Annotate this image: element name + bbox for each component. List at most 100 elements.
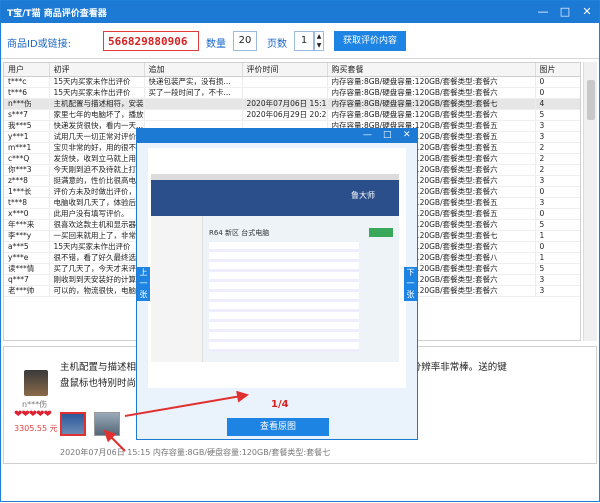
- table-cell: 5: [535, 219, 580, 231]
- table-cell: 电脑收到几天了，体验后...: [49, 197, 145, 209]
- table-cell: 1: [535, 230, 580, 242]
- table-cell: 读***情: [4, 263, 50, 275]
- table-cell: [144, 98, 243, 110]
- viewer-title-bar[interactable]: — □ ✕: [137, 129, 417, 143]
- col-package[interactable]: 购买套餐: [327, 63, 536, 77]
- table-cell: q***7: [4, 274, 50, 286]
- table-row[interactable]: t***6 15天内买家未作出评价 买了一段时间了，不卡... 内存容量:8GB/硬盘…: [4, 87, 580, 99]
- table-cell: 试用几天一切正常对评价...: [49, 131, 145, 143]
- table-cell: 此用户没有填写评价。: [49, 208, 145, 220]
- table-cell: a***5: [4, 241, 50, 253]
- table-cell: 2020年06月29日 20:23: [242, 109, 328, 121]
- close-icon[interactable]: ✕: [577, 3, 597, 20]
- table-cell: 5: [535, 263, 580, 275]
- table-cell: [242, 76, 328, 88]
- table-cell: n***伤: [4, 98, 50, 110]
- col-images[interactable]: 图片: [535, 63, 580, 77]
- maximize-icon[interactable]: □: [555, 3, 575, 20]
- table-cell: t***8: [4, 197, 50, 209]
- table-cell: 宝贝非常的好，用的很不...: [49, 142, 145, 154]
- col-followup[interactable]: 追加: [144, 63, 243, 77]
- pages-label: 页数: [267, 39, 287, 50]
- table-cell: 很不错，看了好久最终选...: [49, 252, 145, 264]
- table-cell: 3: [535, 285, 580, 297]
- table-scrollbar[interactable]: [583, 62, 597, 341]
- next-image-button[interactable]: 下一张: [404, 267, 417, 301]
- viewer-maximize-icon[interactable]: □: [383, 130, 392, 140]
- table-cell: 一买回来就用上了，非常...: [49, 230, 145, 242]
- table-cell: 李***y: [4, 230, 50, 242]
- detail-price: 3305.55 元: [14, 424, 58, 433]
- table-cell: s***7: [4, 109, 50, 121]
- table-row[interactable]: t***c 15天内买家未作出评价 快递包装严实，没有损... 内存容量:8GB/硬盘…: [4, 76, 580, 88]
- table-cell: 刚收到到天安装好的计算...: [49, 274, 145, 286]
- table-cell: 快递发货很快，看内一天...: [49, 120, 145, 132]
- viewer-close-icon[interactable]: ✕: [403, 130, 411, 140]
- table-cell: c***Q: [4, 153, 50, 165]
- scrollbar-thumb[interactable]: [587, 80, 595, 120]
- table-cell: 你***3: [4, 164, 50, 176]
- pages-spinner[interactable]: ▲ ▼: [314, 31, 324, 51]
- toolbar: 商品ID或链接: 566829880906 数量 20 页数 1 ▲ ▼ 获取评价…: [1, 23, 599, 59]
- table-cell: 挺满意的，性价比很高电...: [49, 175, 145, 187]
- table-cell: t***6: [4, 87, 50, 99]
- table-cell: 年***来: [4, 219, 50, 231]
- table-cell: 3: [535, 175, 580, 187]
- table-cell: [144, 109, 243, 121]
- table-cell: 15天内买家未作出评价: [49, 241, 145, 253]
- photo-title: R64 新区 台式电脑: [209, 229, 270, 237]
- table-cell: 3: [535, 131, 580, 143]
- id-label: 商品ID或链接:: [7, 39, 72, 50]
- photo-side-menu: [151, 216, 203, 362]
- table-cell: 1: [535, 252, 580, 264]
- table-cell: 15天内买家未作出评价: [49, 76, 145, 88]
- col-user[interactable]: 用户: [4, 63, 50, 77]
- table-cell: 3: [535, 120, 580, 132]
- table-row[interactable]: n***伤主机配置与描述相符，安装完整... 2020年07月06日 15:15内…: [4, 98, 580, 110]
- table-cell: 3: [535, 274, 580, 286]
- table-cell: 0: [535, 87, 580, 99]
- avatar: [24, 370, 48, 396]
- table-cell: 0: [535, 241, 580, 253]
- qty-input[interactable]: 20: [233, 31, 257, 51]
- table-cell: 2: [535, 142, 580, 154]
- minimize-icon[interactable]: —: [533, 3, 553, 20]
- table-cell: 可以的，物流很快，电脑...: [49, 285, 145, 297]
- pages-input[interactable]: 1: [294, 31, 314, 51]
- table-cell: [242, 87, 328, 99]
- image-pager: 1/4: [271, 399, 289, 410]
- table-row[interactable]: s***7家里七年的电脑坏了，播放大修... 2020年06月29日 20:23内…: [4, 109, 580, 121]
- table-cell: 评价方未及时做出评价，系...: [49, 186, 145, 198]
- review-photo[interactable]: 鲁大师 R64 新区 台式电脑: [151, 174, 399, 362]
- table-cell: 0: [535, 186, 580, 198]
- col-first-review[interactable]: 初评: [49, 63, 145, 77]
- prev-image-button[interactable]: 上一张: [137, 267, 150, 301]
- detail-footer: 2020年07月06日 15:15 内存容量:8GB/硬盘容量:120GB/套餐…: [60, 448, 331, 457]
- table-cell: 内存容量:8GB/硬盘容量:120GB/套餐类型:套餐六: [327, 76, 536, 88]
- table-cell: 2020年07月06日 15:15: [242, 98, 328, 110]
- col-time[interactable]: 评价时间: [242, 63, 328, 77]
- photo-screen: 鲁大师 R64 新区 台式电脑: [151, 180, 399, 362]
- table-cell: z***8: [4, 175, 50, 187]
- table-cell: 内存容量:8GB/硬盘容量:120GB/套餐类型:套餐六: [327, 109, 536, 121]
- review-thumbnail-2[interactable]: [94, 412, 120, 436]
- table-cell: y***1: [4, 131, 50, 143]
- table-cell: 很喜欢这款主机和显示器...: [49, 219, 145, 231]
- table-cell: t***c: [4, 76, 50, 88]
- viewer-minimize-icon[interactable]: —: [363, 130, 372, 140]
- table-cell: 2: [535, 153, 580, 165]
- table-cell: 主机配置与描述相符，安装完整...: [49, 98, 145, 110]
- photo-content-lines: [209, 242, 359, 352]
- table-cell: 3: [535, 197, 580, 209]
- fetch-reviews-button[interactable]: 获取评价内容: [334, 31, 406, 51]
- view-original-button[interactable]: 查看原图: [227, 418, 329, 436]
- title-bar[interactable]: T宝/T猫 商品评价查看器 — □ ✕: [1, 1, 599, 23]
- table-cell: 0: [535, 208, 580, 220]
- window-title: T宝/T猫 商品评价查看器: [7, 9, 107, 19]
- review-thumbnail-1[interactable]: [60, 412, 86, 436]
- main-window: T宝/T猫 商品评价查看器 — □ ✕ 商品ID或链接: 56682988090…: [0, 0, 600, 502]
- photo-brand: 鲁大师: [351, 191, 375, 200]
- table-cell: 内存容量:8GB/硬盘容量:120GB/套餐类型:套餐六: [327, 87, 536, 99]
- product-id-input[interactable]: 566829880906: [103, 31, 199, 51]
- table-cell: 家里七年的电脑坏了，播放大修...: [49, 109, 145, 121]
